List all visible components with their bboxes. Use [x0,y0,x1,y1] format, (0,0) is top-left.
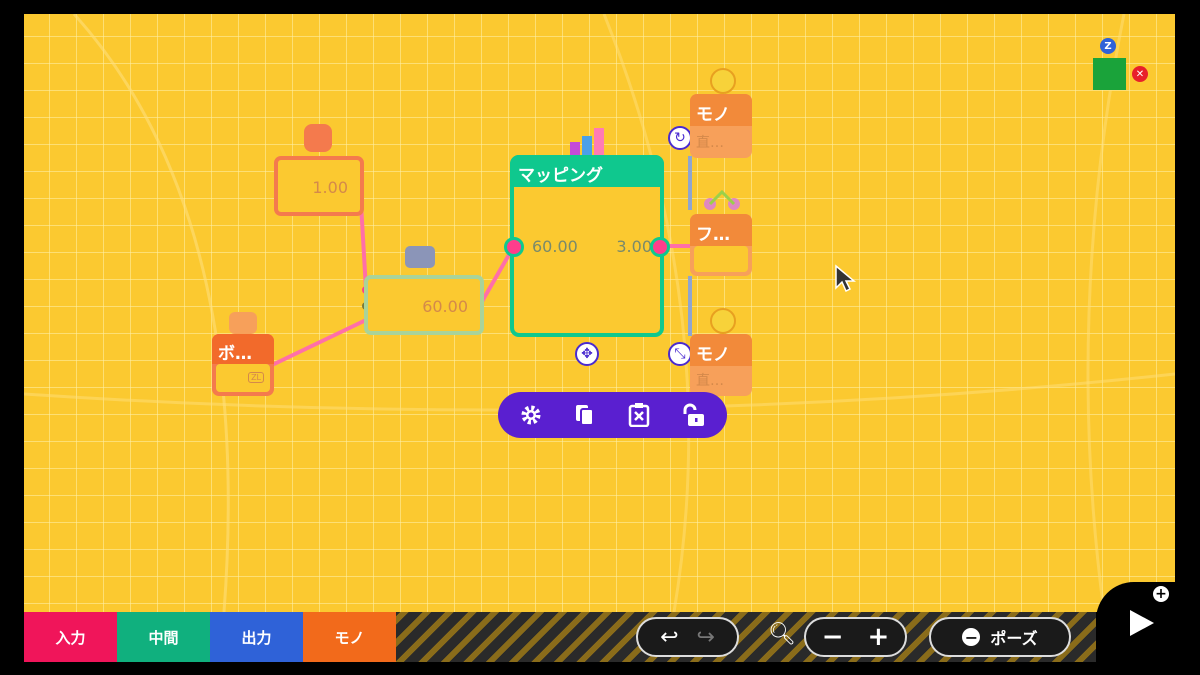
plus-badge-icon: + [1153,586,1169,602]
mapping-node[interactable]: マッピング 60.00 3.00 [504,155,670,337]
rotate-icon[interactable]: ↻ [668,126,692,150]
thing-top-icon [710,68,736,94]
undo-icon[interactable]: ↩ [660,625,678,650]
minimap-badge: Z [1100,38,1116,54]
pause-label: ポーズ [990,629,1038,648]
delete-icon[interactable] [626,402,652,428]
category-output-label: 出力 [241,628,272,647]
category-middle-label: 中間 [148,628,179,647]
category-input-tab[interactable]: 入力 [24,612,117,662]
resize-icon[interactable]: ⤡ [668,342,692,366]
button-node-icon [229,312,257,334]
thing-node-bottom[interactable]: モノ 直… [690,334,752,396]
thing-top-label: モノ [696,105,730,125]
zl-badge: ZL [248,372,264,383]
button-node-label: ボ… [218,344,252,364]
middle-node[interactable]: 60.00 [364,275,484,335]
category-thing-tab[interactable]: モノ [303,612,396,662]
wire-button-to-middle [269,318,367,368]
minimap-close-icon[interactable]: ✕ [1132,66,1148,82]
constant-node[interactable]: 1.00 [274,156,364,216]
minus-badge-icon: − [962,628,981,647]
move-icon[interactable]: ✥ [575,342,599,366]
undo-redo-group: ↩ ↪ [636,617,739,657]
gear-icon[interactable] [518,402,544,428]
category-middle-tab[interactable]: 中間 [117,612,210,662]
play-button[interactable]: + [1096,582,1200,675]
thing-node-top[interactable]: モノ 直… [690,94,752,158]
constant-node-icon [304,124,332,152]
program-canvas[interactable]: 1.00 60.00 ボ… ZL マッピング 60.00 3.00 ✥ ↻ ⤡ … [24,14,1175,612]
redo-icon: ↪ [696,624,715,650]
mapping-output-port[interactable] [650,237,670,257]
pause-button[interactable]: − ポーズ [929,617,1071,657]
category-output-tab[interactable]: 出力 [210,612,303,662]
category-input-label: 入力 [55,628,86,647]
thing-bottom-sub: 直… [696,373,724,389]
thing-node-mid[interactable]: フ… [690,214,752,276]
mapping-node-icon [570,128,604,156]
bottom-bar: 入力 中間 出力 モノ ↩ ↪ 🔍︎ − + − ポーズ [24,612,1096,662]
zoom-group: − + [804,617,907,657]
minimap-badge-label: Z [1104,40,1112,52]
play-icon [1130,610,1154,636]
counter-node-icon [405,246,435,268]
zoom-in-button[interactable]: + [868,622,890,652]
thing-bottom-icon [710,308,736,334]
node-toolbar [498,392,727,438]
minimap-thumbnail[interactable] [1093,58,1126,90]
thing-mid-icon [702,188,742,212]
thing-mid-label: フ… [696,225,730,245]
cursor-icon [835,264,856,293]
mapping-output-value: 3.00 [616,237,652,256]
zoom-icon: 🔍︎ [768,622,796,647]
category-thing-label: モノ [334,628,365,647]
copy-icon[interactable] [572,402,598,428]
mapping-input-value: 60.00 [532,237,578,256]
zoom-out-button[interactable]: − [822,622,844,652]
middle-value: 60.00 [422,297,468,316]
mapping-title: マッピング [518,166,603,186]
thing-bottom-label: モノ [696,345,730,365]
thing-top-sub: 直… [696,135,724,151]
unlock-icon[interactable] [680,402,706,428]
button-node[interactable]: ボ… ZL [212,334,274,396]
mapping-input-port[interactable] [504,237,524,257]
constant-value: 1.00 [312,178,348,197]
